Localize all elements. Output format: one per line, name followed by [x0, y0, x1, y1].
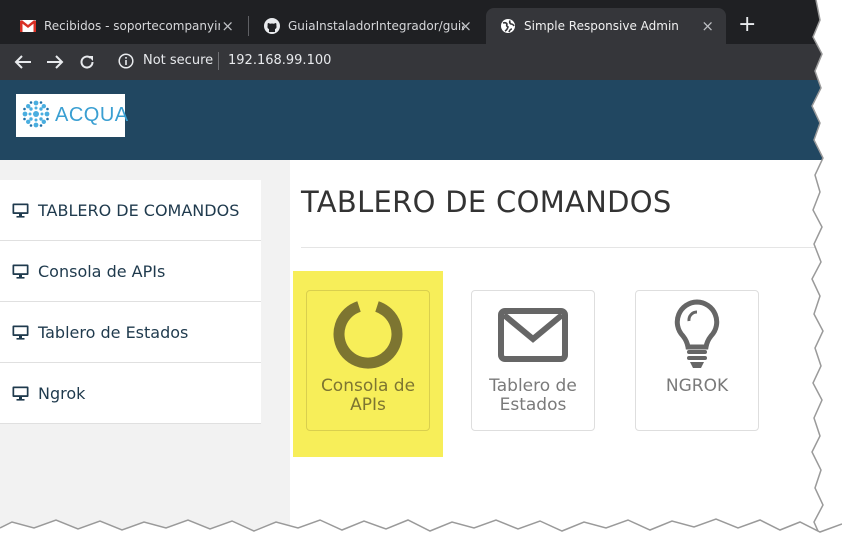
- new-tab-button[interactable]: +: [738, 14, 756, 36]
- gmail-icon: [20, 18, 36, 34]
- tab-title: Recibidos - soportecompanyinteg: [44, 19, 220, 33]
- title-divider: [301, 247, 821, 248]
- logo-text: ACQUA: [55, 104, 129, 126]
- tab-title: GuiaInstaladorIntegrador/guia_in: [288, 19, 464, 33]
- github-icon: [264, 18, 280, 34]
- sidebar-item-consola-de-apis[interactable]: Consola de APIs: [0, 241, 261, 302]
- circle-notch-icon: [332, 297, 404, 373]
- back-arrow-icon[interactable]: [12, 52, 34, 72]
- forward-arrow-icon[interactable]: [44, 52, 66, 72]
- url-divider: [218, 52, 219, 70]
- envelope-icon: [497, 297, 569, 373]
- security-status[interactable]: Not secure: [143, 53, 213, 68]
- tab-gmail[interactable]: Recibidos - soportecompanyinteg ×: [6, 8, 246, 44]
- tab-separator: [248, 16, 249, 36]
- page-title: TABLERO DE COMANDOS: [301, 185, 672, 219]
- sidebar-item-label: Tablero de Estados: [38, 322, 189, 342]
- tile-consola-de-apis[interactable]: Consola de APIs: [306, 290, 430, 431]
- sidebar-item-label: TABLERO DE COMANDOS: [38, 200, 240, 220]
- reload-icon[interactable]: [76, 52, 98, 72]
- tile-ngrok[interactable]: NGROK: [635, 290, 759, 431]
- logo[interactable]: ACQUA: [16, 94, 128, 137]
- globe-icon: [500, 18, 516, 34]
- tab-simple-responsive-admin[interactable]: Simple Responsive Admin ×: [486, 8, 726, 44]
- sidebar-item-label: Ngrok: [38, 383, 86, 403]
- monitor-icon: [12, 325, 29, 340]
- close-tab-icon[interactable]: ×: [701, 18, 714, 34]
- sidebar-item-tablero-de-estados[interactable]: Tablero de Estados: [0, 302, 261, 363]
- address-bar[interactable]: 192.168.99.100: [228, 53, 331, 68]
- close-tab-icon[interactable]: ×: [459, 18, 472, 34]
- tile-tablero-de-estados[interactable]: Tablero de Estados: [471, 290, 595, 431]
- monitor-icon: [12, 264, 29, 279]
- info-icon[interactable]: [118, 53, 134, 69]
- sidebar-item-ngrok[interactable]: Ngrok: [0, 363, 261, 424]
- tab-title: Simple Responsive Admin: [524, 19, 679, 33]
- tab-github[interactable]: GuiaInstaladorIntegrador/guia_in ×: [250, 8, 484, 44]
- torn-edge-right: [811, 0, 842, 558]
- close-tab-icon[interactable]: ×: [221, 18, 234, 34]
- monitor-icon: [12, 386, 29, 401]
- sidebar-menu: TABLERO DE COMANDOS Consola de APIs Tabl…: [0, 180, 261, 424]
- tile-label: Tablero de Estados: [489, 376, 577, 415]
- acqua-logo-icon: [20, 98, 52, 134]
- tile-label: NGROK: [665, 376, 729, 396]
- torn-edge-bottom: [0, 518, 842, 558]
- sidebar-item-tablero-de-comandos[interactable]: TABLERO DE COMANDOS: [0, 180, 261, 241]
- sidebar-item-label: Consola de APIs: [38, 261, 166, 281]
- lightbulb-icon: [674, 297, 720, 373]
- tile-label: Consola de APIs: [320, 376, 416, 415]
- monitor-icon: [12, 203, 29, 218]
- browser-tab-bar: Recibidos - soportecompanyinteg × GuiaIn…: [0, 0, 842, 44]
